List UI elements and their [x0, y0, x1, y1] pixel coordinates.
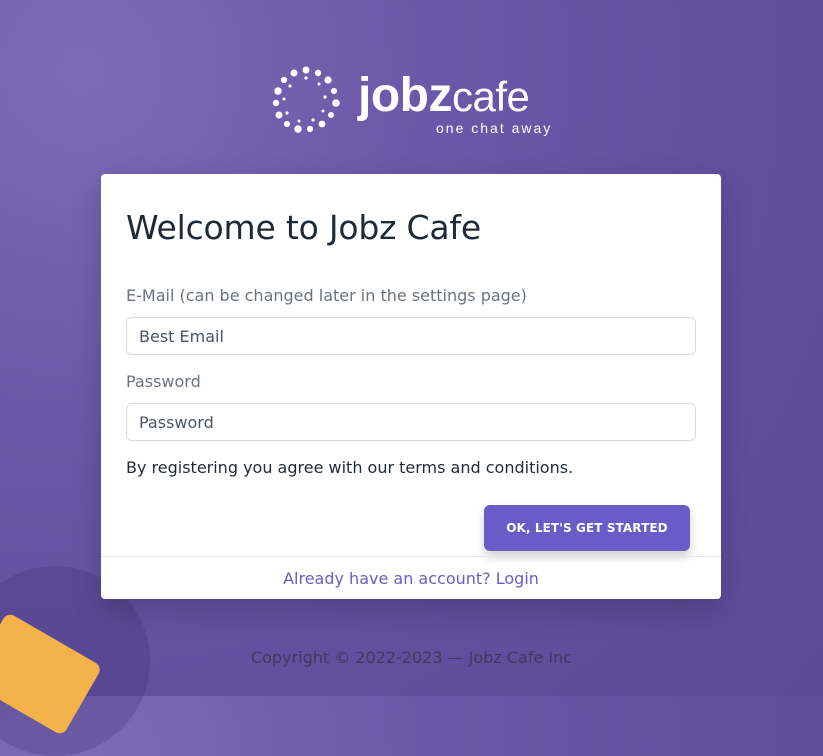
email-label: E-Mail (can be changed later in the sett… [126, 286, 527, 305]
password-field[interactable] [126, 403, 696, 441]
terms-text: By registering you agree with our terms … [126, 458, 574, 477]
get-started-button[interactable]: OK, LET'S GET STARTED [484, 505, 690, 551]
brand-tagline: one chat away [436, 120, 553, 136]
dotted-ring-logo-icon [272, 66, 340, 133]
login-link[interactable]: Already have an account? Login [283, 569, 539, 588]
register-card-footer: Already have an account? Login [101, 556, 721, 599]
brand-logo: jobzcafe one chat away [270, 64, 570, 144]
brand-name-strong: jobz [358, 69, 452, 122]
copyright-text: Copyright © 2022-2023 — Jobz Cafe Inc [250, 648, 573, 667]
email-field[interactable] [126, 317, 696, 355]
register-card: Welcome to Jobz Cafe E-Mail (can be chan… [101, 174, 721, 599]
brand-wordmark: jobzcafe [358, 69, 530, 122]
register-card-body: Welcome to Jobz Cafe E-Mail (can be chan… [126, 198, 696, 555]
page-title: Welcome to Jobz Cafe [126, 208, 481, 247]
brand-name-light: cafe [451, 73, 530, 120]
password-label: Password [126, 372, 201, 391]
